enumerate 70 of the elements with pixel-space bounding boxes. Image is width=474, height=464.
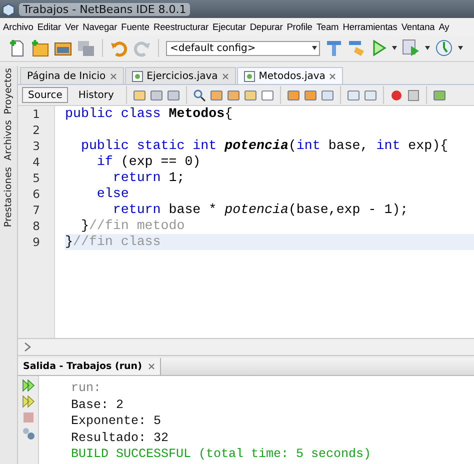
menu-item[interactable]: Depurar <box>248 22 285 32</box>
close-icon[interactable] <box>110 72 117 80</box>
menu-item[interactable]: Profile <box>284 22 314 32</box>
rerun-icon[interactable] <box>22 379 34 392</box>
menu-item[interactable]: Ejecutar <box>210 22 248 32</box>
menu-item[interactable]: Fuente <box>119 22 152 32</box>
line-number: 4 <box>32 154 41 170</box>
debug-icon[interactable] <box>402 39 420 57</box>
play-icon[interactable] <box>371 39 387 57</box>
side-tab[interactable]: Proyectos <box>3 68 14 114</box>
chevron-icon[interactable] <box>24 342 31 352</box>
code-line: return 1; <box>112 170 186 186</box>
menu-item[interactable]: Ay <box>436 22 452 32</box>
stop-icon[interactable] <box>406 88 420 102</box>
save-all-icon[interactable] <box>77 39 95 57</box>
clock-icon[interactable] <box>435 39 453 57</box>
menu-item[interactable]: Archivo <box>1 22 36 32</box>
editor-tab[interactable]: Página de Inicio <box>20 67 124 84</box>
line-number: 7 <box>32 202 41 218</box>
close-icon[interactable] <box>148 363 155 370</box>
close-icon[interactable] <box>329 72 336 80</box>
output-line: run: <box>71 380 102 397</box>
line-number: 1 <box>32 106 41 122</box>
output-tab[interactable]: Salida - Trabajos (run) <box>18 358 161 375</box>
caret-icon[interactable] <box>392 46 397 50</box>
line-number: 9 <box>32 234 41 250</box>
code-line: return base * potencia(base,exp - 1); <box>112 202 410 218</box>
line-number: 6 <box>32 186 41 202</box>
code-line: }//fin metodo <box>80 218 186 234</box>
caret-icon[interactable] <box>458 46 463 50</box>
view-tab[interactable]: Source <box>22 87 68 103</box>
side-tab[interactable]: Prestaciones <box>3 166 14 227</box>
output-line: Base: 2 <box>71 396 125 414</box>
new-folder-icon[interactable] <box>31 39 49 57</box>
editor-tab[interactable]: Metodos.java <box>236 67 344 84</box>
menu-item[interactable]: Ventana <box>399 22 437 32</box>
line-number: 8 <box>32 218 41 234</box>
caret-icon[interactable] <box>312 46 317 50</box>
code-line: public static int potencia(int base, int exp){ <box>80 138 450 154</box>
side-tab[interactable]: Archivos <box>3 120 14 161</box>
undo-icon[interactable] <box>110 39 128 57</box>
menu-item[interactable]: Editar <box>35 22 63 32</box>
hammer-icon[interactable] <box>325 39 343 57</box>
search-icon[interactable] <box>192 88 206 102</box>
rerun-icon[interactable] <box>22 395 34 408</box>
menu-item[interactable]: Team <box>314 22 341 32</box>
menu-item[interactable]: Ver <box>63 22 81 32</box>
menu-item[interactable]: Navegar <box>80 22 120 32</box>
close-icon[interactable] <box>222 72 229 80</box>
java-file-icon[interactable] <box>132 70 143 82</box>
code-line: else <box>96 186 130 202</box>
cube-icon <box>2 2 15 16</box>
output-line: Exponente: 5 <box>71 413 162 430</box>
menu-item[interactable]: Herramientas <box>340 22 400 32</box>
code-line: public class Metodos{ <box>65 106 234 122</box>
line-number: 5 <box>32 170 41 186</box>
line-number: 2 <box>32 122 41 138</box>
java-file-icon[interactable] <box>244 70 255 82</box>
record-icon[interactable] <box>390 88 403 102</box>
config-dropdown[interactable]: <default config> <box>166 40 320 56</box>
line-number: 3 <box>32 138 41 154</box>
output-line: BUILD SUCCESSFUL (total time: 5 seconds) <box>71 446 372 463</box>
menu-item[interactable]: Reestructurar <box>151 22 210 32</box>
window-title: Trabajos - NetBeans IDE 8.0.1 <box>19 2 190 16</box>
caret-icon[interactable] <box>425 46 430 50</box>
view-tab[interactable]: History <box>72 87 120 103</box>
output-line: Resultado: 32 <box>71 430 170 446</box>
new-file-icon[interactable] <box>8 39 26 57</box>
code-line: if (exp == 0) <box>96 154 202 170</box>
editor-tab[interactable]: Ejercicios.java <box>124 67 236 84</box>
